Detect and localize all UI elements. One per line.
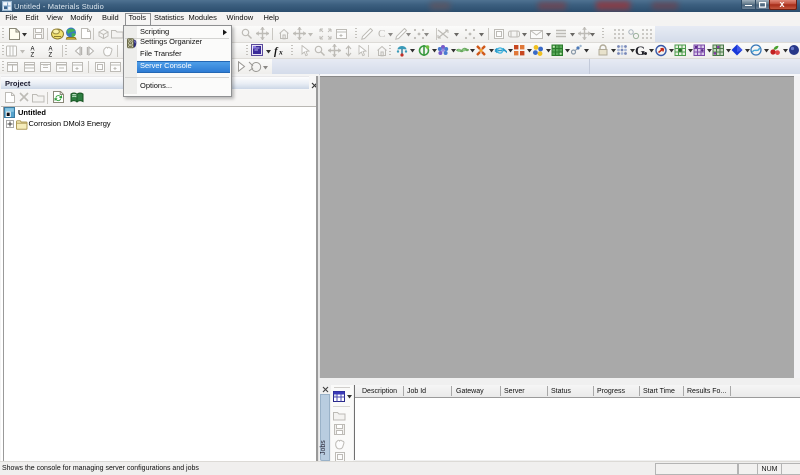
svg-text:x: x (278, 47, 283, 56)
svg-text:Z: Z (31, 52, 35, 57)
svg-text:C: C (378, 28, 385, 39)
svg-text:G: G (635, 44, 645, 57)
svg-text:Z: Z (49, 52, 53, 57)
